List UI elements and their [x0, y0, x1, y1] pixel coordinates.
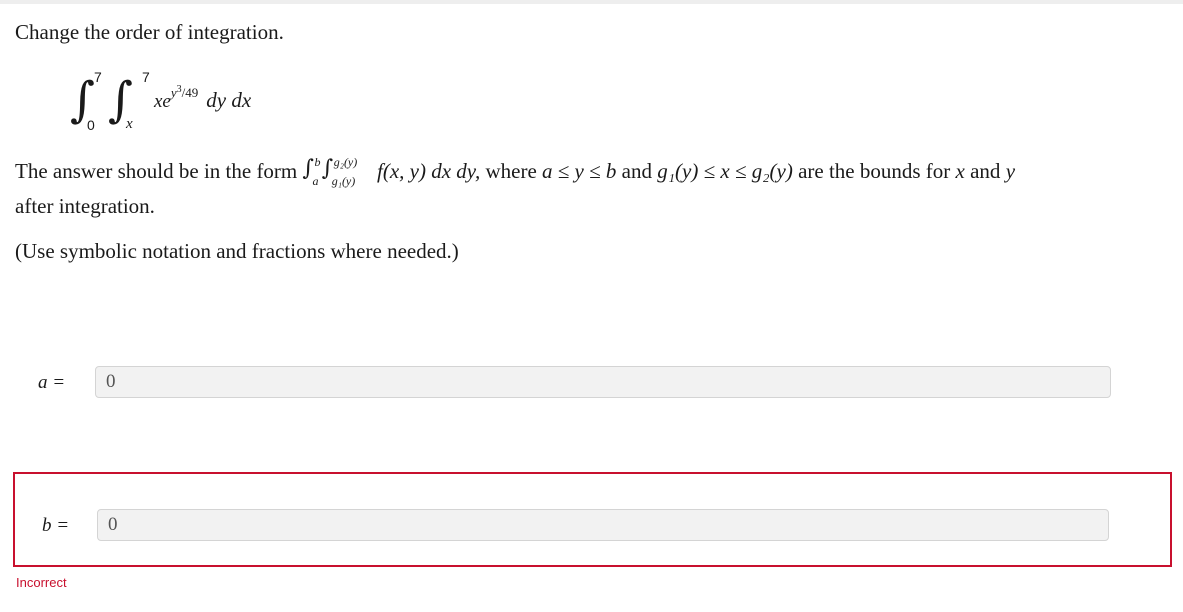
- form-text-before: The answer should be in the form: [15, 159, 298, 183]
- form-outer-integral: ∫ b a: [302, 155, 321, 188]
- form-integrand: f(x, y) dx dy,: [377, 159, 481, 183]
- form-outer-upper: b: [314, 155, 321, 169]
- integrand: xey3/49 dy dx: [154, 84, 252, 113]
- inner-lower-limit: x: [126, 116, 133, 132]
- answer-form-instruction: The answer should be in the form ∫ b a ∫…: [15, 155, 1016, 188]
- answer-form-instruction-cont: after integration.: [15, 194, 155, 218]
- exponent-rest: /49: [181, 85, 199, 100]
- form-condition-x: g₁(y) ≤ x ≤ g₂(y): [657, 159, 793, 183]
- form-where: where: [485, 159, 537, 183]
- form-inner-lower: g₁(y): [331, 174, 356, 188]
- given-integral: ∫ 7 0 ∫ 7 x xey3/49 dy dx: [70, 66, 330, 146]
- outer-upper-limit: 7: [94, 69, 102, 85]
- a-answer-input[interactable]: 0: [95, 366, 1111, 398]
- top-divider: [0, 0, 1183, 4]
- form-inner-integral: ∫ g₂(y) g₁(y): [321, 155, 358, 188]
- b-answer-input[interactable]: 0: [97, 509, 1109, 541]
- incorrect-feedback: Incorrect: [16, 575, 67, 590]
- question-prompt: Change the order of integration.: [15, 20, 284, 44]
- exponent-power: 3: [176, 84, 182, 95]
- form-and: and: [621, 159, 652, 183]
- notation-hint: (Use symbolic notation and fractions whe…: [15, 239, 459, 263]
- a-label: a =: [38, 372, 65, 393]
- inner-upper-limit: 7: [142, 69, 150, 85]
- form-tail: are the bounds for: [798, 159, 951, 183]
- form-outer-lower: a: [312, 174, 319, 188]
- form-var-y: y: [1005, 159, 1016, 183]
- exponent-variable: y: [170, 85, 177, 100]
- differentials: dy dx: [206, 88, 252, 112]
- form-condition-y: a ≤ y ≤ b: [542, 159, 617, 183]
- integrand-base: xe: [154, 91, 171, 112]
- b-label: b =: [42, 515, 69, 536]
- form-and-2: and: [970, 159, 1001, 183]
- integrand-exponent: y3/49: [170, 84, 199, 100]
- form-inner-upper: g₂(y): [333, 155, 358, 169]
- form-var-x: x: [955, 159, 965, 183]
- outer-lower-limit: 0: [87, 117, 95, 133]
